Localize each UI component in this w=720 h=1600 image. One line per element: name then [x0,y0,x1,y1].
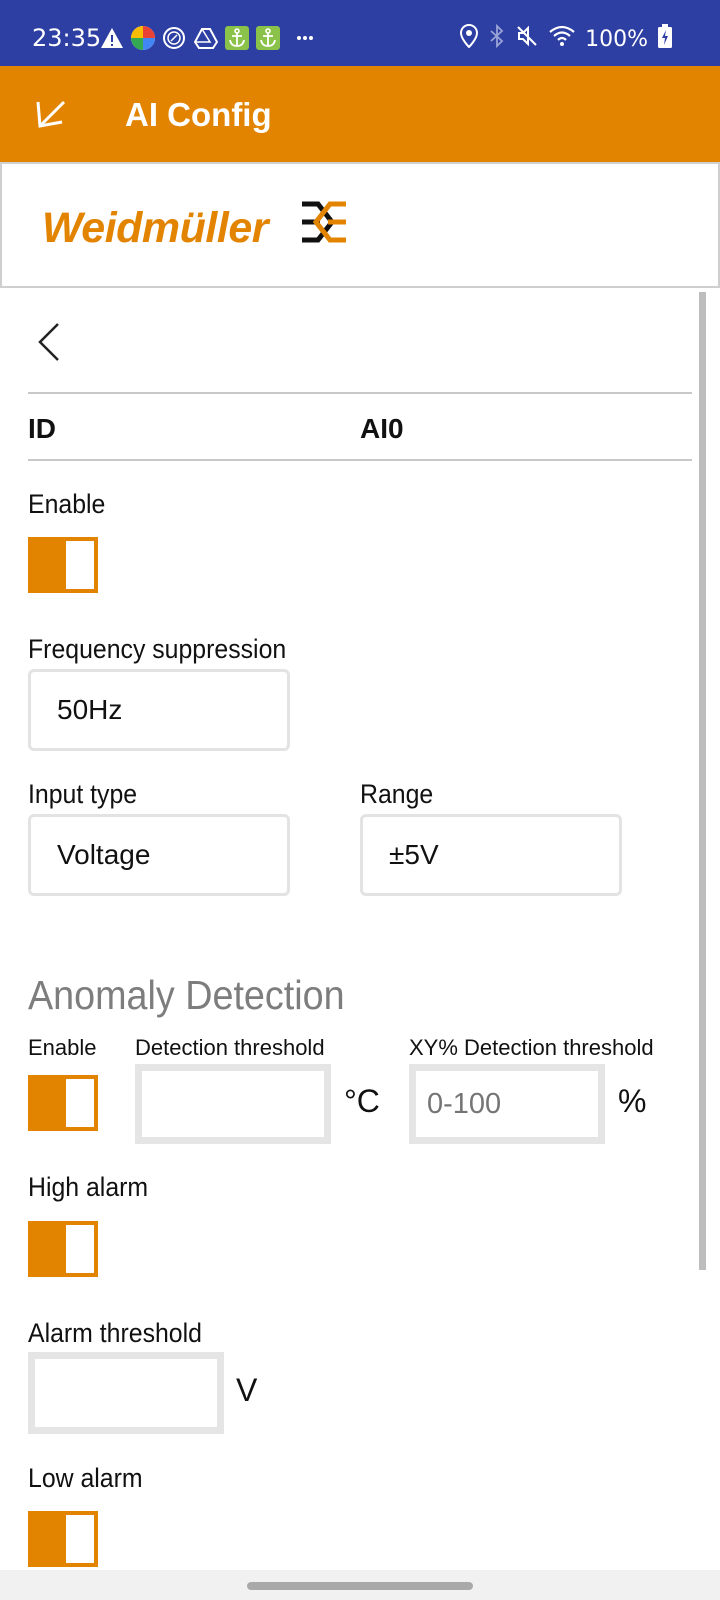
status-right: 100% [459,23,672,54]
detection-threshold-label: Detection threshold [135,1035,325,1060]
status-time: 23:35 [32,24,102,52]
high-alarm-label: High alarm [28,1172,149,1202]
alarm-threshold-label: Alarm threshold [28,1318,202,1348]
anomaly-enable-toggle[interactable] [28,1075,98,1131]
battery-charging-icon [658,24,672,54]
app-title: AI Config [125,96,272,133]
home-gesture-handle[interactable] [247,1582,473,1590]
range-label: Range [360,779,434,809]
xy-threshold-input[interactable] [409,1064,605,1144]
section-title: Anomaly Detection [28,972,345,1018]
enable-label: Enable [28,489,106,519]
app-bar: AI Config [0,66,720,162]
input-type-label: Input type [28,779,138,809]
alarm-threshold-input[interactable] [28,1352,224,1434]
frequency-suppression-label: Frequency suppression [28,634,287,664]
input-type-select[interactable]: Voltage [28,814,290,896]
frequency-suppression-select[interactable]: 50Hz [28,669,290,751]
percent-circle-icon [162,26,186,50]
volt-unit: V [236,1372,258,1408]
brand-logo-text: Weidmüller [42,204,268,252]
xy-threshold-label: XY% Detection threshold [409,1035,654,1060]
more-dots-icon [295,26,315,50]
logo-banner: Weidmüller [0,162,720,288]
low-alarm-toggle[interactable] [28,1511,98,1567]
divider [28,392,692,394]
bluetooth-icon [489,23,505,54]
battery-text: 100% [585,26,648,52]
range-select[interactable]: ±5V [360,814,622,896]
celsius-unit: °C [344,1083,380,1119]
anchor-icon [256,26,280,50]
id-label: ID [28,413,56,444]
muted-icon [515,24,539,54]
divider [28,459,692,461]
google-photos-icon [130,26,156,50]
chevron-left-icon[interactable] [36,322,62,362]
percent-unit: % [618,1083,647,1119]
alert-triangle-icon [100,26,124,50]
detection-threshold-input[interactable] [135,1064,331,1144]
low-alarm-label: Low alarm [28,1463,143,1493]
location-icon [459,23,479,54]
anomaly-enable-label: Enable [28,1035,97,1060]
drive-icon [194,26,218,50]
wifi-icon [549,25,575,53]
anchor-icon [225,26,249,50]
collapse-arrow-icon[interactable] [30,92,74,136]
status-bar: 23:35 100% [0,0,720,66]
navigation-bar [0,1570,720,1600]
enable-toggle[interactable] [28,537,98,593]
weidmuller-logo-mark [300,200,348,251]
id-value: AI0 [360,413,404,444]
high-alarm-toggle[interactable] [28,1221,98,1277]
config-form: ID AI0 Enable Frequency suppression 50Hz… [0,288,720,1570]
